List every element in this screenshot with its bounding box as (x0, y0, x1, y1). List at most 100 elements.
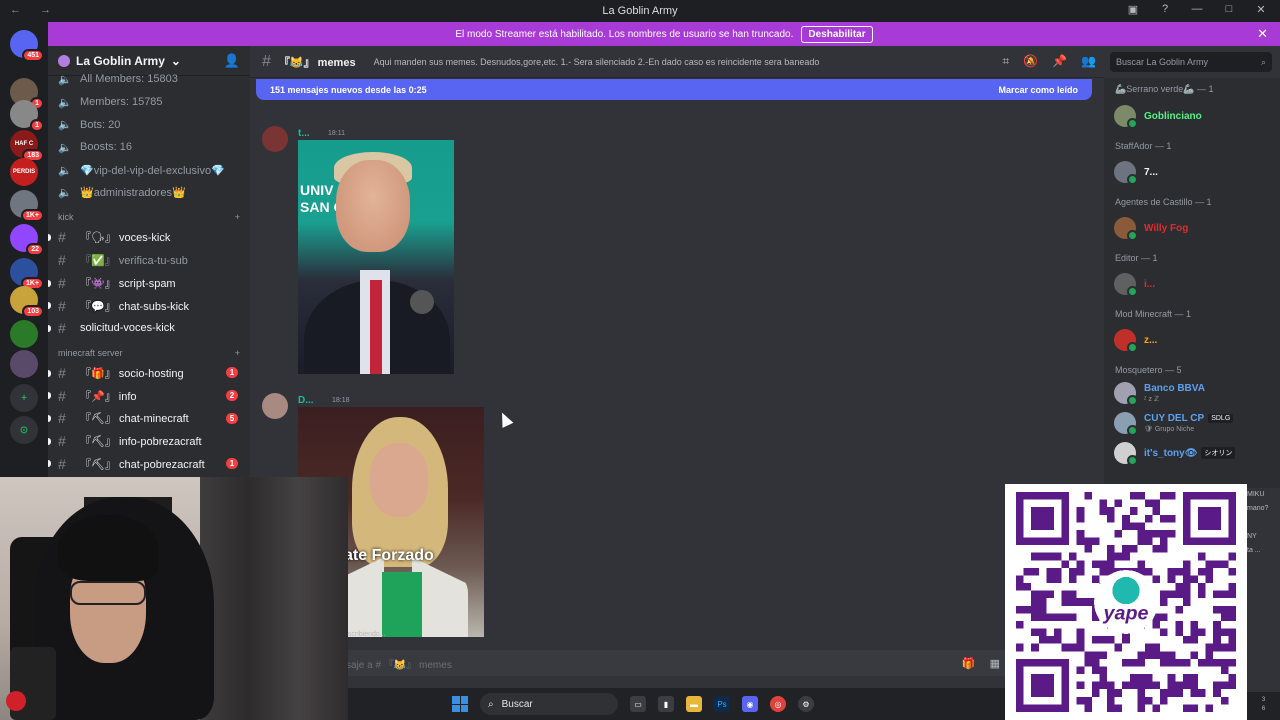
invite-icon[interactable]: 👤 (224, 53, 240, 69)
member-name: i... (1144, 278, 1156, 290)
settings-icon[interactable]: ⚙ (798, 696, 814, 712)
member-item[interactable]: CUY DEL CP SDLG 🛡 Grupo Niche (1104, 408, 1280, 438)
member-name: Willy Fog (1144, 222, 1189, 234)
server-icon[interactable] (10, 320, 38, 348)
member-item[interactable]: 7... (1104, 154, 1280, 190)
avatar[interactable] (262, 393, 288, 419)
avatar (1114, 412, 1138, 436)
server-icon[interactable]: 1 (10, 100, 44, 132)
nav-arrows[interactable]: ← → (10, 4, 59, 16)
channel-item[interactable]: # 『⛏』 chat-minecraft 5 (48, 407, 250, 430)
voice-channel[interactable]: 🔈 💎vip-del-vip-del-exclusivo💎 (48, 159, 250, 182)
search-input[interactable]: Buscar La Goblin Army ⌕ (1110, 52, 1272, 72)
hash-icon: # (58, 252, 66, 269)
pin-icon[interactable]: 📌 (1052, 54, 1067, 69)
members-icon[interactable]: 👥 (1081, 54, 1096, 69)
channel-item[interactable]: # 『✅』 verifica-tu-sub (48, 249, 250, 272)
speaker-icon: 🔈 (58, 164, 72, 177)
guild-name: La Goblin Army (76, 53, 165, 68)
add-server-button[interactable]: + (10, 384, 38, 412)
qr-svg: yape (1016, 492, 1236, 712)
member-item[interactable]: Willy Fog (1104, 210, 1280, 246)
role-header: 🦾Serrano verde🦾 — 1 (1115, 84, 1214, 94)
mark-as-read-button[interactable]: Marcar como leído (998, 85, 1078, 95)
file-explorer-icon[interactable]: ▬ (686, 696, 702, 712)
meme-image[interactable]: UNIV OF SAN O (298, 140, 454, 374)
mention-badge: 22 (26, 243, 44, 256)
role-header: StaffAdor — 1 (1115, 141, 1172, 151)
member-item[interactable]: Banco BBVA ᶻ z ℤ (1104, 378, 1280, 408)
message-author[interactable]: t... (298, 128, 310, 139)
close-banner-icon[interactable]: ✕ (1257, 26, 1268, 42)
server-icon[interactable]: 1K+ (10, 190, 44, 222)
server-icon[interactable]: HAF C 183 (10, 130, 44, 162)
discord-taskbar-icon[interactable]: ◉ (742, 696, 758, 712)
gif-icon[interactable]: ▦ (990, 657, 1000, 670)
disable-streamer-button[interactable]: Deshabilitar (801, 25, 873, 43)
stat-channel[interactable]: 🔈 All Members: 15803 (48, 68, 250, 91)
channel-label: 『✅』 verifica-tu-sub (80, 255, 188, 268)
message-input[interactable]: saje a # 『😹』 memes 🎁 ▦ (256, 650, 1024, 676)
server-icon[interactable]: 451 (10, 30, 44, 62)
voice-channel[interactable]: 🔈 👑administradores👑 (48, 181, 250, 204)
member-name: 7... (1144, 166, 1158, 178)
channel-item[interactable]: # 『🎁』 socio-hosting 1 (48, 362, 250, 385)
channel-item[interactable]: # 『👾』 script-spam (48, 272, 250, 295)
channel-label: 『👾』 script-spam (80, 277, 176, 290)
message-author[interactable]: D... (298, 395, 314, 406)
server-tag: SDLG (1208, 414, 1234, 423)
explore-icon[interactable]: ⊙ (10, 416, 38, 444)
windows-taskbar: ⌕ Buscar ▭ ▮ ▬ Ps ◉ ◎ ⚙ (348, 688, 1005, 720)
new-messages-bar[interactable]: 151 mensajes nuevos desde las 0:25 Marca… (256, 79, 1092, 100)
hash-icon: # (58, 455, 66, 472)
member-item[interactable]: z... (1104, 322, 1280, 358)
member-item[interactable]: it's_tony👁 シオリン (1104, 438, 1280, 468)
avatar[interactable] (262, 126, 288, 152)
taskbar-search[interactable]: ⌕ Buscar (480, 693, 618, 715)
add-channel-icon[interactable]: + (235, 348, 240, 358)
server-icon[interactable]: PERDIS (10, 158, 38, 186)
gift-icon[interactable]: 🎁 (962, 657, 976, 670)
help-icon[interactable]: ? (1158, 3, 1172, 16)
app-icon[interactable]: ▮ (658, 696, 674, 712)
member-status: 🛡 Grupo Niche (1144, 426, 1195, 433)
member-item[interactable]: i... (1104, 266, 1280, 302)
category-minecraft[interactable]: minecraft server + (48, 340, 250, 362)
channel-item[interactable]: # 『💬』 chat-subs-kick (48, 294, 250, 317)
maximize-button[interactable]: □ (1222, 3, 1236, 16)
server-icon[interactable]: 103 (10, 286, 44, 318)
channel-item[interactable]: # 『📌』 info 2 (48, 384, 250, 407)
channel-sidebar: La Goblin Army ⌄ 👤 🔈 All Members: 15803 🔈… (48, 46, 250, 477)
mute-icon[interactable]: 🔕 (1023, 54, 1038, 69)
stat-channel[interactable]: 🔈 Bots: 20 (48, 113, 250, 136)
inbox-icon[interactable]: ▣ (1126, 3, 1140, 16)
channel-topic[interactable]: Aqui manden sus memes. Desnudos,gore,etc… (374, 57, 820, 67)
task-view-icon[interactable]: ▭ (630, 696, 646, 712)
guild-icon (58, 54, 70, 67)
add-channel-icon[interactable]: + (235, 212, 240, 222)
windows-start-icon[interactable] (452, 696, 468, 712)
channel-item[interactable]: # 『⛏』 chat-pobrezacraft 1 (48, 452, 250, 475)
avatar (1114, 217, 1138, 241)
member-name: Banco BBVA (1144, 383, 1205, 394)
chrome-icon[interactable]: ◎ (770, 696, 786, 712)
category-kick[interactable]: kick + (48, 204, 250, 226)
hash-icon: # (58, 387, 66, 404)
stat-channel[interactable]: 🔈 Boosts: 16 (48, 136, 250, 159)
yape-qr-code: yape (1005, 484, 1247, 720)
close-window-button[interactable]: ✕ (1254, 3, 1268, 16)
photoshop-icon[interactable]: Ps (714, 696, 730, 712)
channel-item[interactable]: # 『🗣』 voces-kick (48, 226, 250, 249)
channel-item[interactable]: # 『⛏』 info-pobrezacraft (48, 430, 250, 453)
stat-channel[interactable]: 🔈 Members: 15785 (48, 91, 250, 114)
channel-item[interactable]: # solicitud-voces-kick (48, 317, 250, 340)
speaker-icon: 🔈 (58, 141, 72, 154)
server-icon[interactable] (10, 350, 38, 378)
server-icon[interactable]: 22 (10, 224, 44, 256)
message-timestamp: 18:18 (332, 397, 350, 404)
channel-label: 『💬』 chat-subs-kick (80, 300, 190, 313)
server-icon[interactable]: 1K+ (10, 258, 44, 290)
minimize-button[interactable]: — (1190, 3, 1204, 16)
threads-icon[interactable]: ⌗ (1002, 54, 1009, 69)
member-item[interactable]: Goblinciano (1104, 98, 1280, 134)
